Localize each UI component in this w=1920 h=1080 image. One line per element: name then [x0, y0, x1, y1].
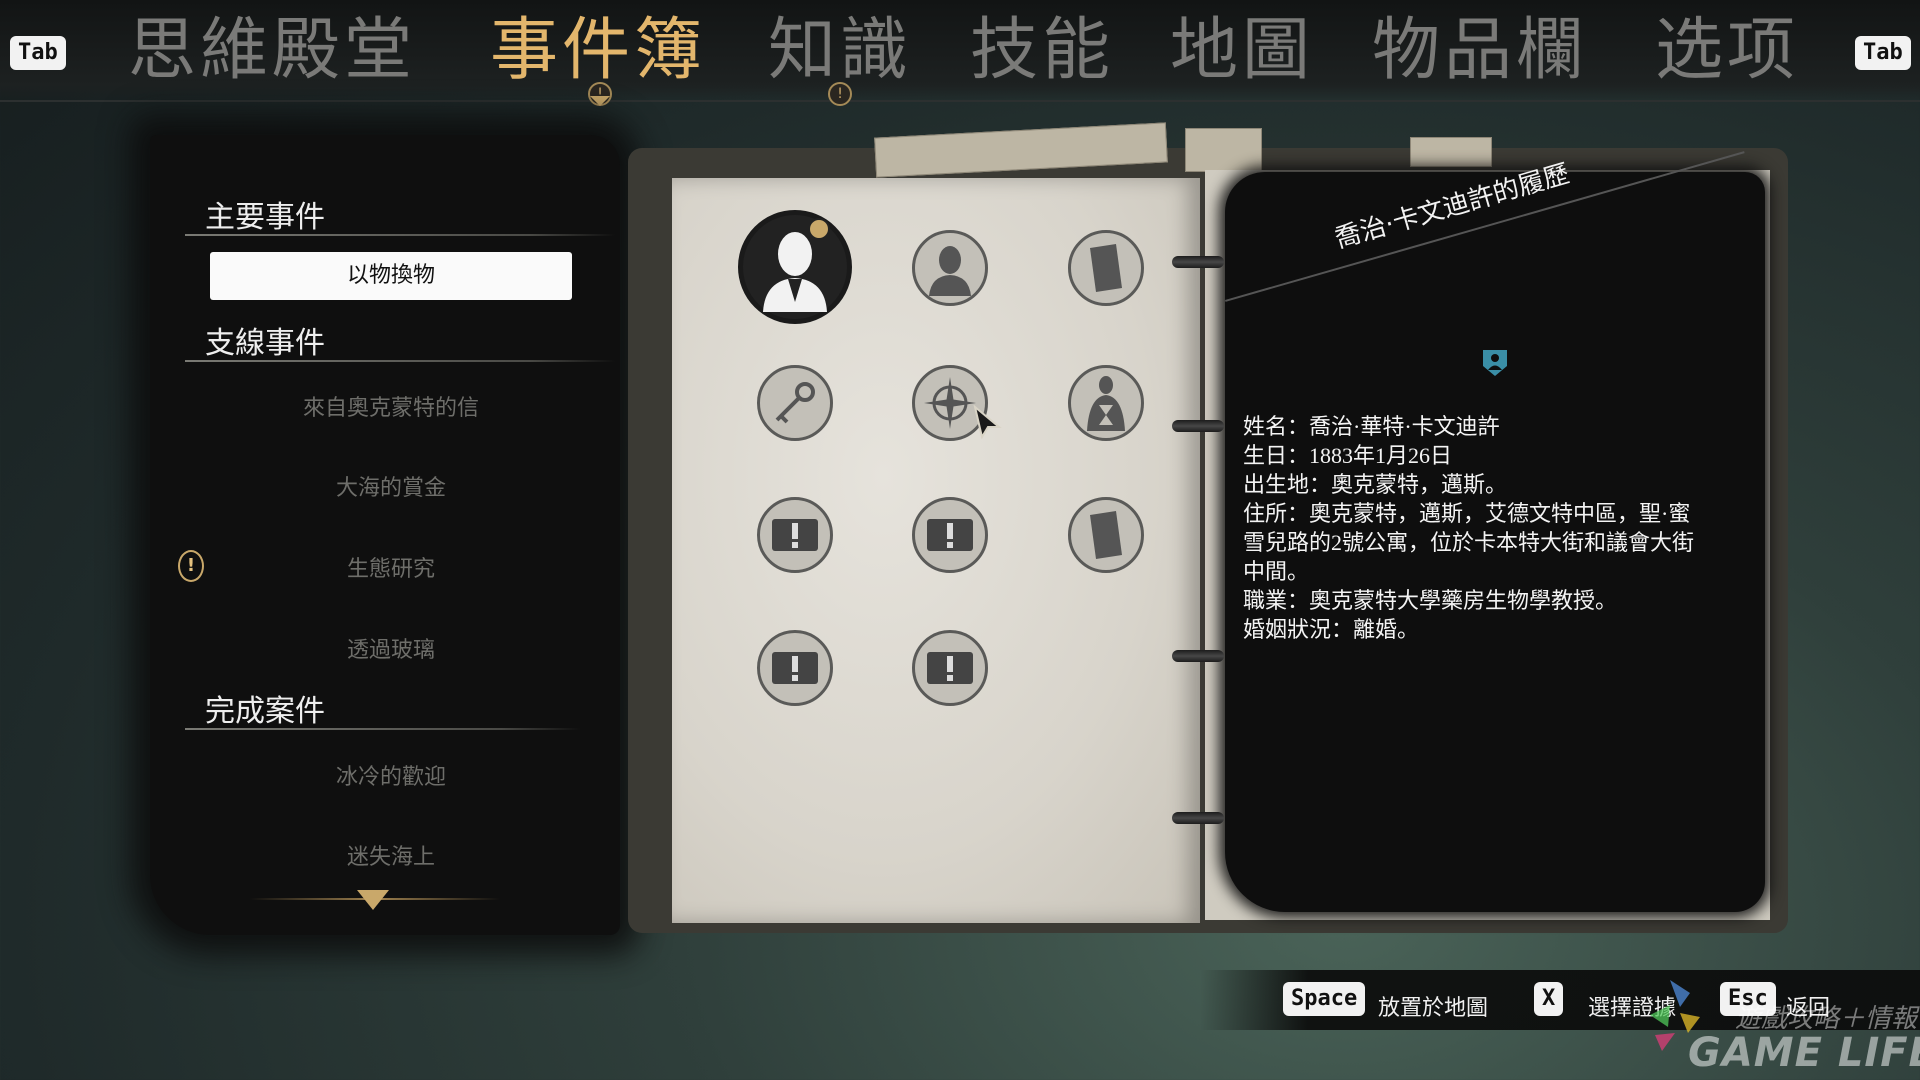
doc-line-birthday: 生日：1883年1月26日	[1243, 443, 1453, 468]
doc-line-residence: 住所：奧克蒙特，邁斯，艾德文特中區，聖·蜜	[1243, 501, 1691, 526]
person-silhouette-icon[interactable]	[738, 210, 852, 324]
binder-ring	[1172, 420, 1224, 432]
tab-skills[interactable]: 技能	[970, 6, 1114, 96]
unknown-exclamation-icon[interactable]	[912, 630, 988, 706]
side-cases-heading: 支線事件	[205, 326, 325, 361]
case-item[interactable]: 大海的賞金	[210, 470, 572, 502]
doc-line-birthplace: 出生地：奧克蒙特，邁斯。	[1243, 472, 1508, 497]
doc-line-marital: 婚姻狀況：離婚。	[1243, 617, 1420, 642]
case-item[interactable]: 來自奧克蒙特的信	[210, 390, 572, 422]
binder-ring	[1172, 812, 1224, 824]
case-item[interactable]: 迷失海上	[210, 839, 572, 871]
unknown-exclamation-icon[interactable]	[757, 630, 833, 706]
selected-marker-icon	[808, 218, 830, 240]
x-key[interactable]: X	[1534, 982, 1564, 1016]
section-divider	[185, 234, 615, 236]
scroll-down-icon[interactable]	[357, 890, 389, 910]
tab-right-key[interactable]: Tab	[1855, 36, 1911, 70]
watermark-logo-text: GAME LIFE	[1688, 1030, 1920, 1076]
tab-inventory[interactable]: 物品欄	[1372, 6, 1588, 96]
paper-scrap	[1185, 128, 1262, 172]
place-on-map-label: 放置於地圖	[1378, 996, 1489, 1021]
hourglass-person-icon[interactable]	[1068, 365, 1144, 441]
bust-icon[interactable]	[912, 230, 988, 306]
case-item[interactable]: 冰冷的歡迎	[210, 759, 572, 791]
tab-options[interactable]: 选项	[1655, 6, 1799, 96]
completed-cases-heading: 完成案件	[205, 694, 325, 729]
tab-map[interactable]: 地圖	[1170, 6, 1314, 96]
paper-scrap	[1410, 137, 1492, 167]
case-item[interactable]: 透過玻璃	[210, 632, 572, 664]
case-alert-icon: !	[178, 550, 204, 582]
document-icon[interactable]	[1068, 230, 1144, 306]
section-divider	[185, 360, 615, 362]
case-item[interactable]: 生態研究	[210, 551, 572, 583]
knowledge-alert-icon: !	[828, 82, 852, 106]
mouse-cursor-icon	[973, 404, 1003, 443]
main-cases-heading: 主要事件	[205, 200, 325, 235]
binder-ring	[1172, 650, 1224, 662]
binder-ring	[1172, 256, 1224, 268]
tab-mind-palace[interactable]: 思維殿堂	[128, 6, 416, 96]
doc-line-occupation: 職業：奧克蒙特大學藥房生物學教授。	[1243, 588, 1618, 613]
unknown-exclamation-icon[interactable]	[912, 497, 988, 573]
key-icon[interactable]	[757, 365, 833, 441]
document-icon[interactable]	[1068, 497, 1144, 573]
doc-line-name: 姓名：喬治·華特·卡文迪許	[1243, 414, 1500, 439]
document-body: 姓名：喬治·華特·卡文迪許 生日：1883年1月26日 出生地：奧克蒙特，邁斯。…	[1243, 412, 1743, 644]
tab-left-key[interactable]: Tab	[10, 36, 66, 70]
shield-person-icon	[1481, 348, 1509, 378]
unknown-exclamation-icon[interactable]	[757, 497, 833, 573]
active-tab-marker	[590, 96, 610, 106]
section-divider	[185, 728, 580, 730]
case-item-selected[interactable]: 以物換物	[210, 252, 572, 300]
doc-line-residence-cont: 雪兒路的2號公寓，位於卡本特大街和議會大街	[1243, 530, 1695, 555]
space-key[interactable]: Space	[1283, 982, 1366, 1016]
doc-line-residence-end: 中間。	[1243, 559, 1310, 584]
